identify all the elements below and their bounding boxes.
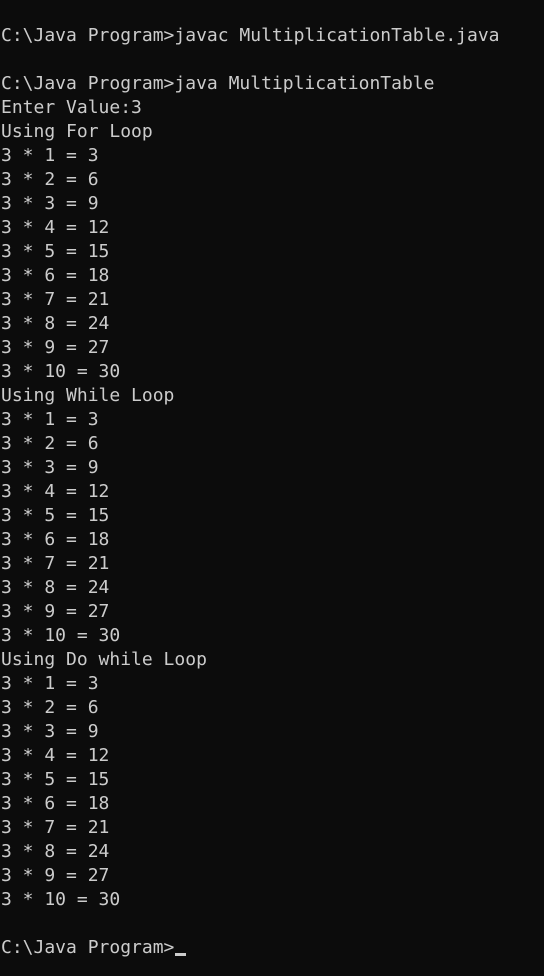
console-line: 3 * 4 = 12 [1, 745, 110, 766]
console-line: 3 * 2 = 6 [1, 169, 99, 190]
console-line: C:\Java Program>javac MultiplicationTabl… [1, 25, 500, 46]
console-line: 3 * 2 = 6 [1, 697, 99, 718]
console-line: 3 * 9 = 27 [1, 865, 110, 886]
console-line: 3 * 6 = 18 [1, 265, 110, 286]
command-prompt: C:\Java Program> [1, 937, 175, 958]
console-line: 3 * 10 = 30 [1, 625, 121, 646]
console-line: Using For Loop [1, 121, 153, 142]
console-line: 3 * 5 = 15 [1, 769, 110, 790]
console-line: 3 * 1 = 3 [1, 145, 99, 166]
console-line: 3 * 2 = 6 [1, 433, 99, 454]
console-line: 3 * 10 = 30 [1, 889, 121, 910]
console-line: 3 * 8 = 24 [1, 577, 110, 598]
console-line: 3 * 4 = 12 [1, 481, 110, 502]
console-line: 3 * 1 = 3 [1, 409, 99, 430]
console-output: C:\Java Program>javac MultiplicationTabl… [0, 24, 544, 936]
console-line: 3 * 3 = 9 [1, 193, 99, 214]
console-line: 3 * 9 = 27 [1, 337, 110, 358]
console-line: Using While Loop [1, 385, 175, 406]
console-line: 3 * 8 = 24 [1, 313, 110, 334]
text-cursor [175, 953, 187, 956]
console-line: 3 * 3 = 9 [1, 457, 99, 478]
console-line: 3 * 3 = 9 [1, 721, 99, 742]
console-line: 3 * 5 = 15 [1, 241, 110, 262]
console-line: 3 * 1 = 3 [1, 673, 99, 694]
console-line: 3 * 6 = 18 [1, 793, 110, 814]
console-line: 3 * 4 = 12 [1, 217, 110, 238]
console-line: 3 * 7 = 21 [1, 289, 110, 310]
console-line: 3 * 6 = 18 [1, 529, 110, 550]
console-line: 3 * 8 = 24 [1, 841, 110, 862]
console-line: C:\Java Program>java MultiplicationTable [1, 73, 435, 94]
console-line: Enter Value:3 [1, 97, 142, 118]
console-line: 3 * 9 = 27 [1, 601, 110, 622]
console-line: 3 * 7 = 21 [1, 817, 110, 838]
prompt-line[interactable]: C:\Java Program> [0, 936, 544, 960]
console-window[interactable]: C:\Java Program>javac MultiplicationTabl… [0, 0, 544, 976]
console-line: Using Do while Loop [1, 649, 207, 670]
console-line: 3 * 7 = 21 [1, 553, 110, 574]
console-line: 3 * 10 = 30 [1, 361, 121, 382]
console-line: 3 * 5 = 15 [1, 505, 110, 526]
